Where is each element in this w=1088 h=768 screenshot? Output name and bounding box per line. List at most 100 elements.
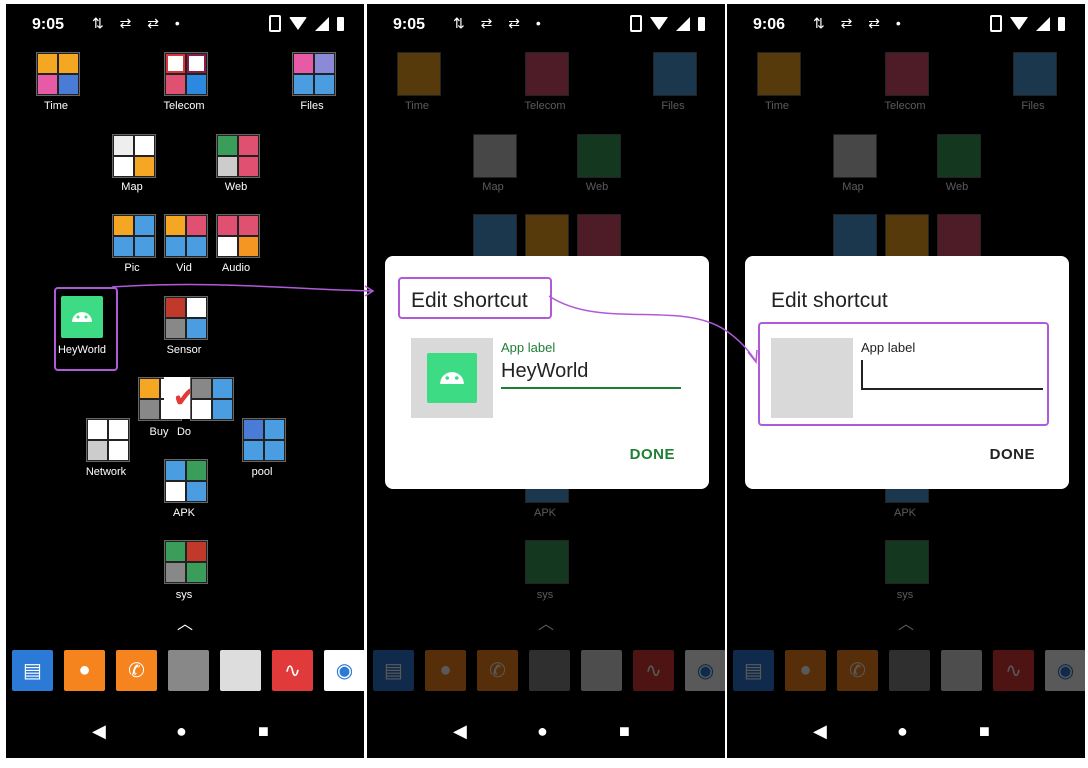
phone-app-icon: ✆	[837, 650, 878, 691]
camera-icon: ◉	[685, 650, 725, 691]
clock: 9:06	[753, 16, 786, 33]
folder-map[interactable]	[112, 134, 156, 178]
recents-icon[interactable]: ■	[619, 721, 630, 742]
edit-shortcut-dialog: Edit shortcut App label HeyWorld DONE	[385, 256, 709, 489]
folder-label: Telecom	[163, 100, 205, 112]
folder-label: sys	[896, 589, 914, 601]
status-right-icons	[269, 15, 344, 32]
folder-label: Sensor	[166, 344, 202, 356]
home-icon[interactable]: ●	[176, 721, 187, 742]
phone-screen-2: 9:05 ⇅ ⇄ ⇄ • Time Telecom Files Map Web …	[367, 4, 725, 758]
folder-sensor[interactable]	[164, 296, 208, 340]
android-app-icon	[427, 353, 477, 403]
signal-icon	[315, 16, 329, 31]
folder-label: pool	[251, 466, 273, 478]
done-button[interactable]: DONE	[630, 446, 675, 463]
phone-app-icon: ✆	[477, 650, 518, 691]
folder-label: Time	[43, 100, 69, 112]
shortcut-icon-preview[interactable]	[411, 338, 493, 418]
messages-icon: ▤	[733, 650, 774, 691]
wifi-icon	[289, 17, 307, 30]
folder-vid[interactable]	[164, 214, 208, 258]
shortcut-icon-preview[interactable]	[771, 338, 853, 418]
signal-icon	[676, 16, 690, 31]
folder-apk[interactable]	[164, 459, 208, 503]
status-notification-icons: ⇅ ⇄ ⇄ •	[453, 15, 547, 31]
folder-label: Map	[482, 181, 504, 193]
folder-web[interactable]	[216, 134, 260, 178]
folder-label: Files	[1021, 100, 1045, 112]
home-icon[interactable]: ●	[897, 721, 908, 742]
recents-icon[interactable]: ■	[258, 721, 269, 742]
contacts-icon[interactable]: ●	[64, 650, 105, 691]
folder-time[interactable]	[36, 52, 80, 96]
folder-network[interactable]	[86, 418, 130, 462]
dialog-title: Edit shortcut	[411, 289, 528, 312]
folder-audio	[937, 214, 981, 258]
messages-icon: ▤	[373, 650, 414, 691]
tools-folder[interactable]	[168, 650, 209, 691]
folder-label: Web	[224, 181, 248, 193]
recents-icon[interactable]: ■	[979, 721, 990, 742]
app-drawer-chevron-icon: ︿	[898, 616, 915, 633]
folder-pic	[833, 214, 877, 258]
wifi-icon	[650, 17, 668, 30]
folder-audio[interactable]	[216, 214, 260, 258]
contacts-icon: ●	[425, 650, 466, 691]
status-bar: 9:05 ⇅ ⇄ ⇄ •	[367, 4, 725, 42]
camera-icon[interactable]: ◉	[324, 650, 364, 691]
folder-vid	[885, 214, 929, 258]
folder-telecom	[885, 52, 929, 96]
folder-files[interactable]	[292, 52, 336, 96]
home-icon[interactable]: ●	[537, 721, 548, 742]
app-label-input[interactable]: HeyWorld	[501, 360, 681, 389]
folder-web	[937, 134, 981, 178]
folder-files	[1013, 52, 1057, 96]
dashcam-app-icon[interactable]	[220, 650, 261, 691]
status-notification-icons: ⇅ ⇄ ⇄ •	[92, 15, 186, 31]
phone-app-icon[interactable]: ✆	[116, 650, 157, 691]
folder-files	[653, 52, 697, 96]
app-label-caption: App label	[861, 340, 916, 355]
folder-pic[interactable]	[112, 214, 156, 258]
folder-label: APK	[893, 507, 916, 519]
folder-web	[577, 134, 621, 178]
back-icon[interactable]: ◀	[813, 721, 827, 742]
folder-label: sys	[175, 589, 193, 601]
folder-sys	[885, 540, 929, 584]
folder-telecom[interactable]	[164, 52, 208, 96]
folder-label: Map	[121, 181, 143, 193]
phone-icon	[630, 15, 642, 32]
folder-do[interactable]	[190, 377, 234, 421]
status-bar: 9:05 ⇅ ⇄ ⇄ •	[6, 4, 364, 42]
heyworld-highlight	[54, 287, 118, 371]
folder-label: Time	[764, 100, 790, 112]
tools-folder	[889, 650, 930, 691]
folder-label: Audio	[221, 262, 251, 274]
status-notification-icons: ⇅ ⇄ ⇄ •	[813, 15, 907, 31]
edit-shortcut-dialog: Edit shortcut App label DONE	[745, 256, 1069, 489]
dashcam-app-icon	[941, 650, 982, 691]
folder-label: Web	[945, 181, 969, 193]
battery-icon	[337, 16, 344, 31]
battery-icon	[1058, 16, 1065, 31]
folder-pool[interactable]	[242, 418, 286, 462]
dock: ▤ ● ✆ ∿ ◉	[373, 650, 725, 691]
app-drawer-chevron-icon[interactable]: ︿	[177, 610, 193, 634]
clock: 9:05	[393, 16, 426, 33]
messages-icon[interactable]: ▤	[12, 650, 53, 691]
dialog-title: Edit shortcut	[771, 289, 888, 312]
folder-sys[interactable]	[164, 540, 208, 584]
folder-label: Telecom	[884, 100, 926, 112]
folder-audio	[577, 214, 621, 258]
recorder-icon: ∿	[633, 650, 674, 691]
recorder-icon[interactable]: ∿	[272, 650, 313, 691]
folder-map	[473, 134, 517, 178]
back-icon[interactable]: ◀	[453, 721, 467, 742]
back-icon[interactable]: ◀	[92, 721, 106, 742]
app-label-input[interactable]	[861, 360, 1043, 390]
dashcam-app-icon	[581, 650, 622, 691]
folder-sys	[525, 540, 569, 584]
done-button[interactable]: DONE	[990, 446, 1035, 463]
folder-telecom	[525, 52, 569, 96]
